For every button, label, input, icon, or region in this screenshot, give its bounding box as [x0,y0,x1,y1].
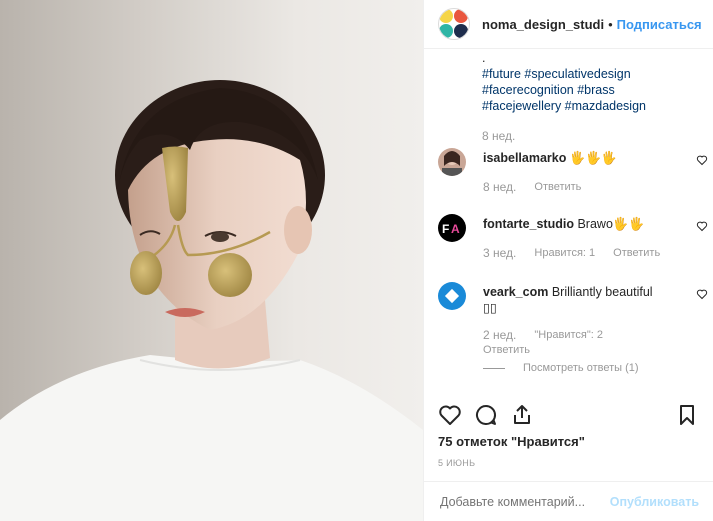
comment-likes[interactable]: "Нравится": 2 [534,329,603,341]
hashtags-line[interactable]: #facerecognition #brass [482,82,646,98]
comment-meta: 2 нед. "Нравится": 2 [483,328,603,342]
commenter-avatar[interactable]: FA [438,214,466,242]
post-header: noma_design_studi • Подписаться [424,0,713,49]
comment-time[interactable]: 8 нед. [483,180,516,194]
action-bar [436,400,701,430]
fontarte-logo-icon: FA [442,222,460,236]
commenter-avatar[interactable] [438,148,466,176]
comment-username[interactable]: fontarte_studio [483,217,574,231]
heart-icon[interactable] [696,154,708,166]
post-side-panel: noma_design_studi • Подписаться . #futur… [423,0,713,521]
veark-logo-icon [444,288,460,304]
comments-list[interactable]: . #future #speculativedesign #facerecogn… [424,48,713,393]
comment-text-extra: ▯▯ [483,301,497,315]
view-replies-row[interactable]: Посмотреть ответы (1) [483,362,639,374]
comment-time[interactable]: 3 нед. [483,246,516,260]
follow-button[interactable]: Подписаться [617,17,702,32]
comment-username[interactable]: veark_com [483,285,548,299]
comment-body: fontarte_studio Brawo🖐🖐 [483,216,683,232]
likes-count[interactable]: 75 отметок "Нравится" [438,434,585,449]
comment-item: veark_com Brilliantly beautiful ▯▯ 2 нед… [438,282,708,382]
bookmark-icon[interactable] [675,403,699,427]
caption: . #future #speculativedesign #facerecogn… [482,50,646,144]
person-icon [442,151,462,176]
comment-likes[interactable]: Нравится: 1 [534,247,595,259]
caption-period: . [482,51,486,65]
comment-input[interactable] [438,493,610,510]
comment-text: 🖐🖐🖐 [569,151,617,165]
heart-icon[interactable] [696,288,708,300]
photo-illustration [0,0,423,521]
comment-time[interactable]: 2 нед. [483,328,516,342]
svg-text:A: A [451,222,460,236]
view-replies-link[interactable]: Посмотреть ответы (1) [523,362,639,374]
separator-dot: • [608,16,613,32]
commenter-avatar[interactable] [438,282,466,310]
comment-item: FA fontarte_studio Brawo🖐🖐 3 нед. Нравит… [438,214,708,264]
comment-username[interactable]: isabellamarko [483,151,566,165]
reply-link[interactable]: Ответить [534,181,581,193]
avatar[interactable] [438,8,470,40]
comment-icon[interactable] [474,403,498,427]
like-heart-icon[interactable] [438,403,462,427]
svg-text:F: F [442,222,449,236]
comment-body: veark_com Brilliantly beautiful ▯▯ [483,284,683,316]
caption-time[interactable]: 8 нед. [482,128,646,144]
comment-item: isabellamarko 🖐🖐🖐 8 нед. Ответить [438,148,708,198]
hashtags-line[interactable]: #facejewellery #mazdadesign [482,98,646,114]
comment-meta: 8 нед. Ответить [483,180,581,194]
hashtags-line[interactable]: #future #speculativedesign [482,66,646,82]
heart-icon[interactable] [696,220,708,232]
reply-link[interactable]: Ответить [613,247,660,259]
header-username[interactable]: noma_design_studi [482,17,604,32]
comment-text: Brawo🖐🖐 [577,217,645,231]
comment-box: Опубликовать [424,481,713,521]
publish-button[interactable]: Опубликовать [610,495,699,509]
share-icon[interactable] [510,403,534,427]
post-date[interactable]: 5 июнь [438,458,475,468]
comment-meta: 3 нед. Нравится: 1 Ответить [483,246,660,260]
post-photo[interactable] [0,0,423,521]
comment-meta-reply: Ответить [483,344,530,356]
replies-divider [483,367,505,369]
comment-body: isabellamarko 🖐🖐🖐 [483,150,683,166]
comment-text: Brilliantly beautiful [551,285,653,299]
reply-link[interactable]: Ответить [483,344,530,356]
